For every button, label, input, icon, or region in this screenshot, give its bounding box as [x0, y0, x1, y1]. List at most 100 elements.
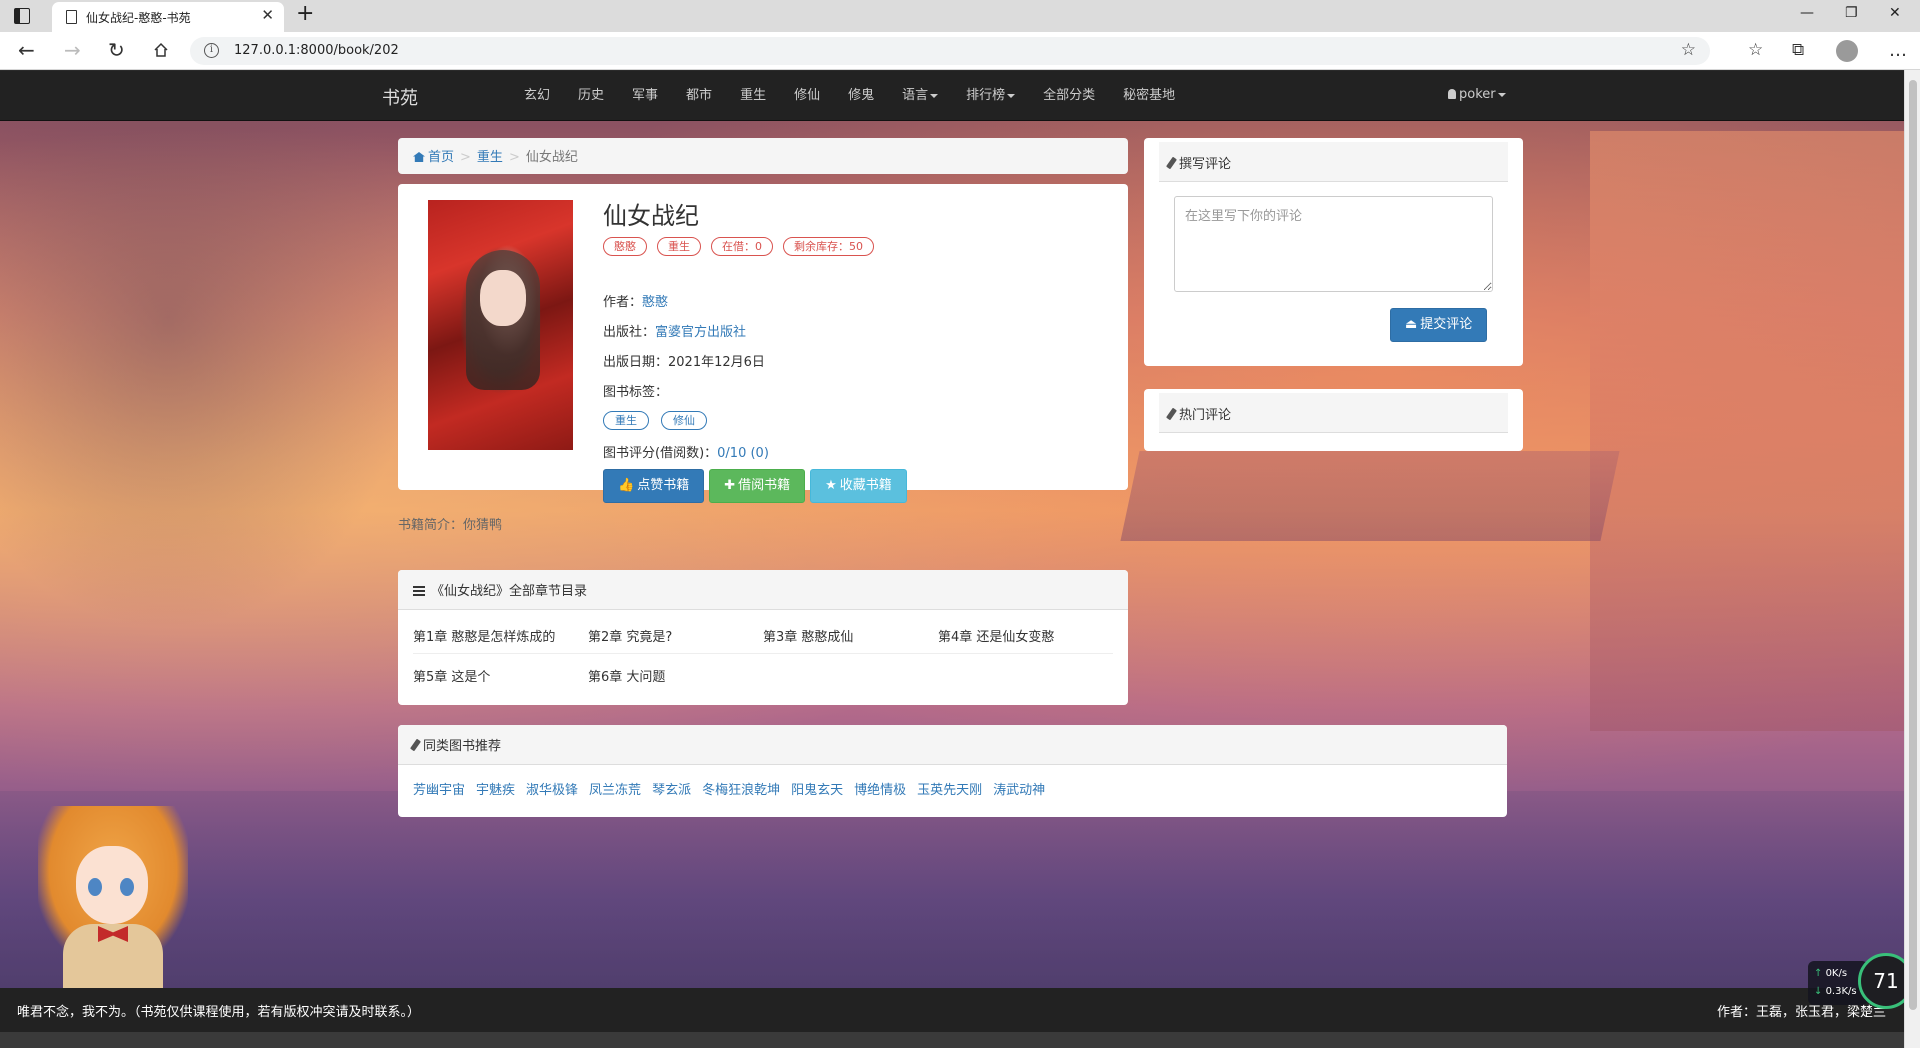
star-icon: ★	[825, 478, 837, 493]
pencil-icon	[1166, 407, 1177, 421]
pencil-icon	[1166, 156, 1177, 170]
chapter-link[interactable]: 第5章 这是个	[413, 654, 588, 693]
back-icon[interactable]: ←	[18, 39, 35, 61]
minimize-icon[interactable]: —	[1800, 5, 1814, 21]
list-icon	[413, 586, 425, 596]
bottom-strip	[0, 1032, 1904, 1048]
nav-link-cultivation[interactable]: 修仙	[780, 71, 834, 121]
site-info-icon[interactable]: i	[204, 43, 219, 58]
write-comment-heading: 撰写评论	[1159, 142, 1508, 182]
comment-textarea[interactable]	[1174, 196, 1493, 292]
book-title: 仙女战纪	[603, 202, 699, 230]
site-brand[interactable]: 书苑	[382, 84, 418, 110]
collect-book-label: 收藏书籍	[839, 478, 892, 493]
rating-value: 0/10 (0)	[717, 446, 769, 461]
nav-dropdown-language[interactable]: 语言	[888, 71, 952, 121]
nav-link-xuanhuan[interactable]: 玄幻	[510, 71, 564, 121]
nav-link-ghost[interactable]: 修鬼	[834, 71, 888, 121]
page-content: 书苑 玄幻 历史 军事 都市 重生 修仙 修鬼 语言 排行榜 全部分类 秘密基地…	[0, 71, 1904, 1048]
breadcrumb-home[interactable]: 首页	[428, 150, 454, 165]
recommend-book-link[interactable]: 琴玄派	[652, 779, 691, 798]
tab-actions-icon[interactable]	[14, 8, 30, 24]
page-icon	[66, 10, 77, 24]
recommend-book-link[interactable]: 宇魅疾	[476, 779, 515, 798]
nav-dropdown-language-label: 语言	[902, 88, 929, 103]
mascot-eye	[88, 878, 102, 896]
restore-icon[interactable]: ❐	[1845, 5, 1858, 21]
collect-book-button[interactable]: ★ 收藏书籍	[810, 469, 907, 503]
home-icon[interactable]	[153, 42, 169, 58]
hot-comments-title: 热门评论	[1179, 408, 1232, 423]
submit-comment-button[interactable]: ⏏ 提交评论	[1390, 308, 1488, 342]
browser-tab[interactable]: 仙女战纪-憨憨-书苑 ✕	[52, 2, 284, 32]
recommend-book-link[interactable]: 冬梅狂浪乾坤	[702, 779, 780, 798]
breadcrumb-category[interactable]: 重生	[477, 150, 503, 165]
chapter-link[interactable]: 第4章 还是仙女变憨	[938, 618, 1113, 654]
chapter-link[interactable]: 第2章 究竟是?	[588, 618, 763, 654]
background-scene	[0, 111, 420, 631]
new-tab-icon[interactable]: +	[296, 1, 314, 26]
download-rate-value: 0.3K/s	[1825, 986, 1857, 997]
address-bar[interactable]: i 127.0.0.1:8000/book/202 ☆	[190, 37, 1710, 65]
collections-icon[interactable]: ⧉	[1792, 40, 1804, 60]
close-window-icon[interactable]: ✕	[1889, 5, 1901, 21]
page-scrollbar[interactable]	[1904, 70, 1920, 1048]
author-link[interactable]: 憨憨	[642, 295, 668, 310]
nav-link-urban[interactable]: 都市	[672, 71, 726, 121]
breadcrumb-separator: >	[508, 150, 520, 165]
badge-category: 重生	[657, 237, 701, 256]
book-actions: 👍 点赞书籍 ✚ 借阅书籍 ★ 收藏书籍	[603, 469, 907, 503]
chapter-link[interactable]: 第3章 憨憨成仙	[763, 618, 938, 654]
chapter-grid: 第1章 憨憨是怎样炼成的 第2章 究竟是? 第3章 憨憨成仙 第4章 还是仙女变…	[413, 618, 1113, 693]
chapter-link[interactable]: 第6章 大问题	[588, 654, 763, 693]
thumbs-up-icon: 👍	[618, 478, 635, 493]
close-tab-icon[interactable]: ✕	[261, 6, 274, 24]
chapter-link[interactable]: 第1章 憨憨是怎样炼成的	[413, 618, 588, 654]
borrow-book-button[interactable]: ✚ 借阅书籍	[709, 469, 806, 503]
more-options-icon[interactable]: …	[1889, 40, 1907, 61]
recommend-book-link[interactable]: 阳鬼玄天	[791, 779, 843, 798]
recommend-book-link[interactable]: 玉英先天刚	[917, 779, 982, 798]
tags-label: 图书标签：	[603, 385, 669, 400]
recommend-book-link[interactable]: 涛武动神	[993, 779, 1045, 798]
reload-icon[interactable]: ↻	[108, 39, 125, 61]
tag-cultivation[interactable]: 修仙	[661, 411, 707, 430]
nav-link-rebirth[interactable]: 重生	[726, 71, 780, 121]
rating-row: 图书评分(借阅数)：0/10 (0)	[603, 442, 769, 461]
like-book-button[interactable]: 👍 点赞书籍	[603, 469, 705, 503]
upload-arrow-icon: ↑	[1814, 968, 1826, 979]
recommend-book-link[interactable]: 芳幽宇宙	[413, 779, 465, 798]
recommend-book-link[interactable]: 淑华极锋	[526, 779, 578, 798]
intro-text: 你猜鸭	[463, 518, 503, 533]
recommend-panel: 同类图书推荐 芳幽宇宙 宇魅疾 淑华极锋 凤兰冻荒 琴玄派 冬梅狂浪乾坤 阳鬼玄…	[398, 725, 1507, 817]
profile-avatar[interactable]	[1836, 40, 1858, 62]
nav-link-all-categories[interactable]: 全部分类	[1029, 71, 1109, 121]
scrollbar-thumb[interactable]	[1909, 80, 1917, 1010]
recommend-book-link[interactable]: 凤兰冻荒	[589, 779, 641, 798]
cover-figure-face	[480, 270, 526, 326]
user-icon	[1448, 89, 1456, 99]
add-favorite-icon[interactable]: ☆	[1681, 40, 1696, 60]
url-text[interactable]: 127.0.0.1:8000/book/202	[234, 43, 399, 58]
footer-notice: 唯君不念，我不为。（书苑仅供课程使用，若有版权冲突请及时联系。）	[17, 1005, 421, 1020]
nav-link-secret-base[interactable]: 秘密基地	[1109, 71, 1189, 121]
badge-borrowed: 在借：0	[711, 237, 773, 256]
borrow-book-label: 借阅书籍	[738, 478, 791, 493]
caret-down-icon	[930, 93, 939, 98]
recommend-book-link[interactable]: 博绝情极	[854, 779, 906, 798]
nav-link-military[interactable]: 军事	[618, 71, 672, 121]
forward-icon[interactable]: →	[64, 39, 81, 61]
net-speed-widget[interactable]: ↑ 0K/s ↓ 0.3K/s 71	[1800, 951, 1904, 1013]
book-detail-panel: 仙女战纪 憨憨 重生 在借：0 剩余库存：50 作者：憨憨 出版社：富婆官方出版…	[398, 184, 1128, 533]
site-navbar: 书苑 玄幻 历史 军事 都市 重生 修仙 修鬼 语言 排行榜 全部分类 秘密基地…	[0, 71, 1904, 121]
plus-icon: ✚	[724, 478, 736, 493]
nav-link-history[interactable]: 历史	[564, 71, 618, 121]
chapter-list-title: 《仙女战纪》全部章节目录	[431, 584, 588, 599]
publisher-link[interactable]: 富婆官方出版社	[655, 325, 746, 340]
nav-dropdown-ranking[interactable]: 排行榜	[952, 71, 1029, 121]
upload-rate: ↑ 0K/s	[1814, 965, 1862, 983]
user-menu[interactable]: poker	[1448, 87, 1506, 102]
favorites-icon[interactable]: ☆	[1748, 40, 1763, 60]
book-badges: 憨憨 重生 在借：0 剩余库存：50	[603, 237, 874, 256]
tag-rebirth[interactable]: 重生	[603, 411, 649, 430]
